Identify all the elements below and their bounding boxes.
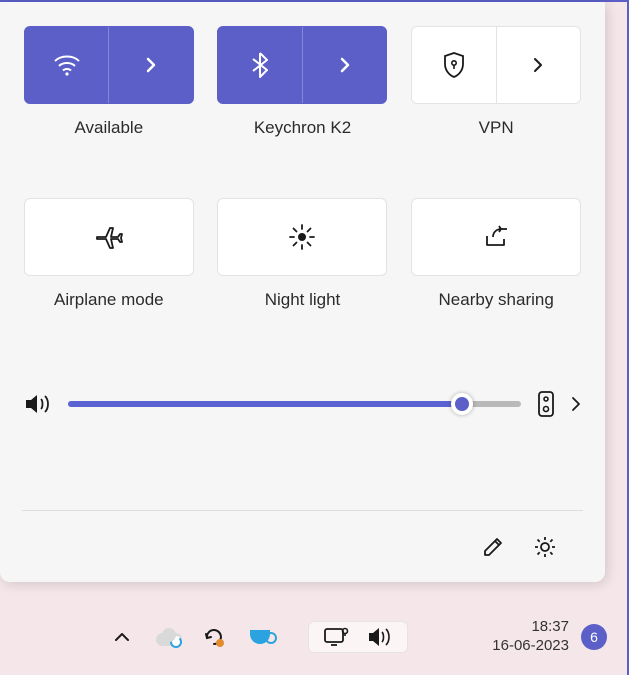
nearby-tile-wrap: Nearby sharing xyxy=(409,198,583,310)
vpn-label: VPN xyxy=(479,118,514,138)
caffeine-tray-icon[interactable] xyxy=(248,625,272,649)
volume-slider[interactable] xyxy=(68,401,521,407)
gear-icon xyxy=(532,534,558,560)
volume-row xyxy=(22,390,583,418)
bluetooth-tile[interactable] xyxy=(217,26,387,104)
refresh-dot-icon xyxy=(202,625,226,649)
wifi-tile[interactable] xyxy=(24,26,194,104)
taskbar-clock[interactable]: 18:37 16-06-2023 xyxy=(492,618,569,656)
chevron-up-icon xyxy=(114,631,130,643)
windows-update-tray-icon[interactable] xyxy=(202,625,226,649)
speaker-icon xyxy=(367,626,393,648)
cloud-sync-icon xyxy=(156,628,180,646)
audio-output-icon[interactable] xyxy=(537,390,555,418)
speaker-icon[interactable] xyxy=(24,392,52,416)
bluetooth-toggle[interactable] xyxy=(218,27,303,103)
wifi-expand[interactable] xyxy=(109,27,193,103)
tray-overflow-button[interactable] xyxy=(110,625,134,649)
chevron-right-icon xyxy=(338,55,352,75)
brightness-icon xyxy=(287,222,317,252)
notifications-badge[interactable]: 6 xyxy=(581,624,607,650)
airplane-icon xyxy=(94,224,124,250)
quick-settings-tiles: Available Keychron K2 xyxy=(22,26,583,310)
bluetooth-icon xyxy=(251,51,269,79)
wifi-icon xyxy=(53,54,81,76)
nearby-tile[interactable] xyxy=(411,198,581,276)
bluetooth-label: Keychron K2 xyxy=(254,118,351,138)
vpn-expand[interactable] xyxy=(497,27,581,103)
chevron-right-icon xyxy=(532,56,544,74)
clock-date: 16-06-2023 xyxy=(492,637,569,656)
panel-footer xyxy=(22,510,583,582)
airplane-tile-wrap: Airplane mode xyxy=(22,198,196,310)
taskbar-tray xyxy=(110,621,408,653)
bluetooth-tile-wrap: Keychron K2 xyxy=(216,26,390,138)
wifi-toggle[interactable] xyxy=(25,27,110,103)
cup-icon xyxy=(250,630,270,644)
nearby-label: Nearby sharing xyxy=(439,290,554,310)
nightlight-tile[interactable] xyxy=(217,198,387,276)
vpn-tile-wrap: VPN xyxy=(409,26,583,138)
airplane-label: Airplane mode xyxy=(54,290,164,310)
wifi-tile-wrap: Available xyxy=(22,26,196,138)
pencil-icon xyxy=(481,535,505,559)
chevron-right-icon[interactable] xyxy=(571,396,581,412)
network-icon xyxy=(323,626,349,648)
chevron-right-icon xyxy=(144,55,158,75)
wifi-label: Available xyxy=(74,118,143,138)
volume-slider-thumb[interactable] xyxy=(451,393,473,415)
clock-time: 18:37 xyxy=(492,618,569,637)
onedrive-tray-icon[interactable] xyxy=(156,625,180,649)
taskbar: 18:37 16-06-2023 6 xyxy=(0,610,627,664)
nightlight-tile-wrap: Night light xyxy=(216,198,390,310)
vpn-toggle[interactable] xyxy=(412,27,497,103)
volume-slider-fill xyxy=(68,401,462,407)
vpn-tile[interactable] xyxy=(411,26,581,104)
edit-button[interactable] xyxy=(471,525,515,569)
airplane-tile[interactable] xyxy=(24,198,194,276)
quick-settings-panel: Available Keychron K2 xyxy=(0,2,605,582)
bluetooth-expand[interactable] xyxy=(303,27,387,103)
share-icon xyxy=(482,224,510,250)
system-tray-group[interactable] xyxy=(308,621,408,653)
settings-button[interactable] xyxy=(523,525,567,569)
shield-lock-icon xyxy=(442,51,466,79)
nightlight-label: Night light xyxy=(265,290,341,310)
